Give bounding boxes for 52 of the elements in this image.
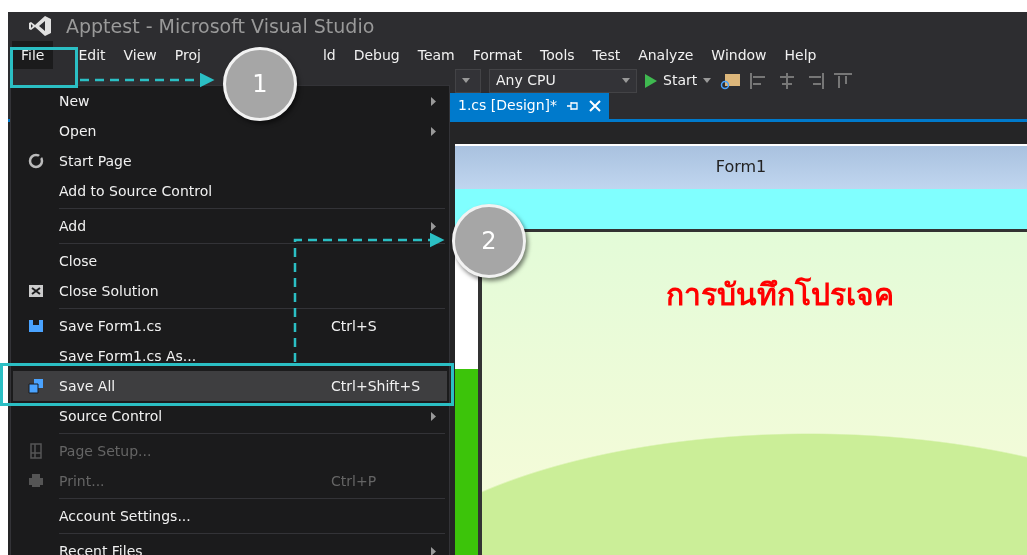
highlighted-menu-row[interactable]: Save All Ctrl+Shift+S <box>13 371 447 401</box>
menu-item[interactable]: New <box>59 92 90 109</box>
caret-icon <box>703 78 712 83</box>
configuration-dropdown[interactable] <box>455 68 481 93</box>
menu-item[interactable]: Team <box>408 40 464 69</box>
menu-item[interactable]: Help <box>775 40 826 69</box>
save-all-icon <box>28 378 44 394</box>
shortcut-text: Ctrl+P <box>331 472 377 489</box>
form-heading: การบันทึกโปรเจค <box>666 275 895 314</box>
menu-item[interactable]: View <box>114 40 166 69</box>
window-title: Apptest - Microsoft Visual Studio <box>66 14 375 39</box>
close-solution-icon <box>28 283 44 299</box>
menu-item[interactable]: Window <box>702 40 776 69</box>
save-icon <box>28 318 44 334</box>
menu-item[interactable]: Close <box>59 252 98 269</box>
printer-icon <box>28 473 44 489</box>
caret-icon <box>462 78 470 83</box>
start-page-icon <box>28 153 44 169</box>
menu-item[interactable]: ld <box>313 40 345 69</box>
menu-item[interactable]: File <box>12 40 54 69</box>
menu-item[interactable]: Save Form1.cs <box>59 317 162 334</box>
menu-item[interactable]: Test <box>583 40 630 69</box>
menu-item[interactable]: Close Solution <box>59 282 159 299</box>
platform-dropdown[interactable]: Any CPU <box>489 68 637 93</box>
menu-item[interactable]: Save Form1.cs As... <box>59 347 197 364</box>
start-button[interactable]: Start <box>645 70 712 91</box>
menu-item[interactable]: Tools <box>531 40 584 69</box>
caret-icon <box>622 78 630 83</box>
form-title-bar: Form1 <box>455 143 1027 189</box>
menu-item[interactable]: Debug <box>344 40 409 69</box>
play-icon <box>645 73 657 88</box>
menu-item[interactable]: Format <box>463 40 532 69</box>
align-top-icon[interactable] <box>833 71 854 90</box>
menu-item[interactable]: Recent Files <box>59 542 143 555</box>
shortcut-text: Ctrl+S <box>331 317 377 334</box>
menu-item[interactable]: Account Settings... <box>59 507 191 524</box>
highlight-frame <box>10 47 78 88</box>
menu-item[interactable]: Open <box>59 122 97 139</box>
shortcut-text: Ctrl+Shift+S <box>331 377 421 394</box>
menu-item[interactable]: Add to Source Control <box>59 182 213 199</box>
menu-item[interactable]: Edit <box>69 40 115 69</box>
menu-item[interactable]: Add <box>59 217 87 234</box>
menu-item[interactable]: Start Page <box>59 152 132 169</box>
menu-item[interactable]: Analyze <box>629 40 703 69</box>
close-icon[interactable] <box>589 99 602 112</box>
menu-item[interactable]: Source Control <box>59 407 163 424</box>
document-tab[interactable]: 1.cs [Design]* <box>450 92 610 119</box>
menu-item[interactable]: Save All <box>59 377 116 394</box>
page-setup-icon <box>28 443 44 459</box>
visual-studio-logo-icon <box>28 15 52 38</box>
pin-icon[interactable] <box>567 100 580 111</box>
menu-item[interactable]: Proj <box>165 40 210 69</box>
